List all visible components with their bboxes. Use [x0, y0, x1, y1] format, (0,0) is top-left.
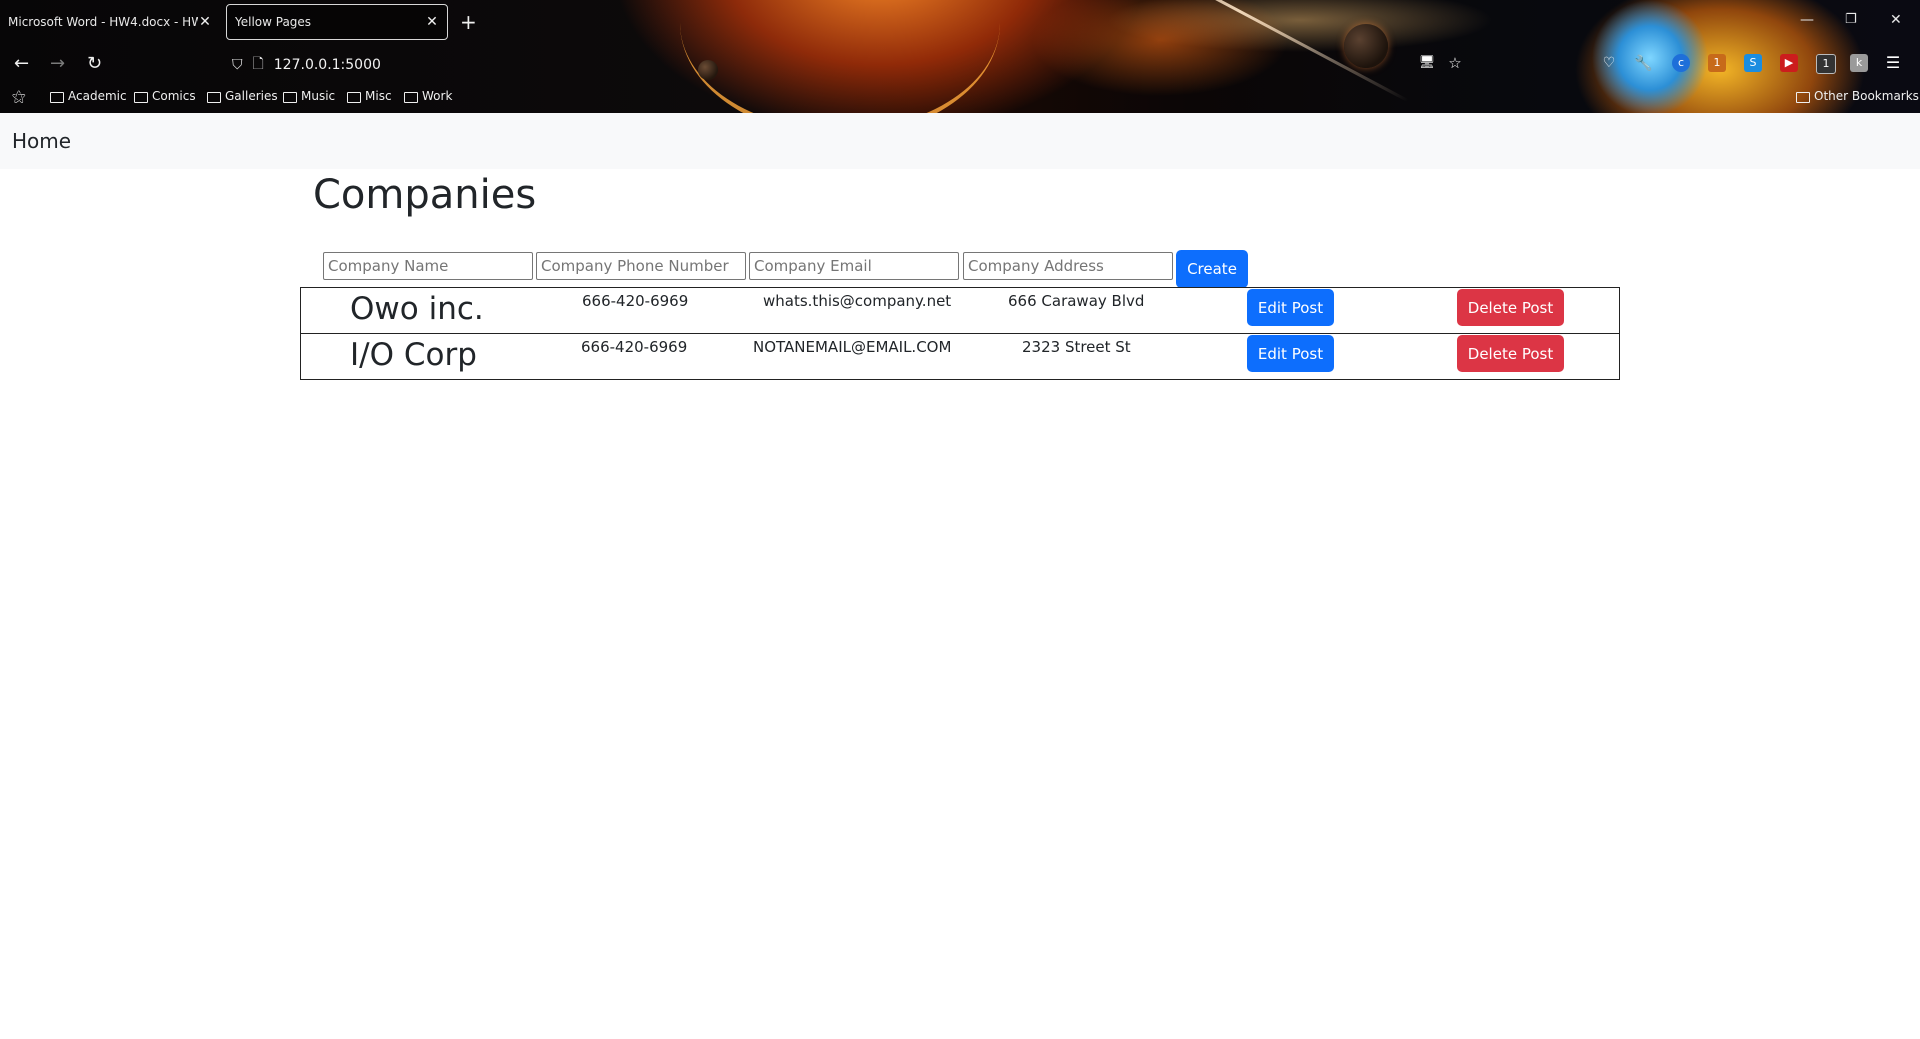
page-icon[interactable]: 🗋 [253, 53, 264, 77]
folder-icon [1796, 91, 1810, 103]
company-address: 2323 Street St [1022, 338, 1131, 356]
bookmarks-toolbar: ⚝ Academic Comics Galleries Music Misc W… [0, 88, 1920, 108]
tab-label: Microsoft Word - HW4.docx - HW4 [8, 15, 198, 29]
skype-icon[interactable]: S [1744, 54, 1762, 72]
extension-red-icon[interactable]: ▶ [1780, 54, 1798, 72]
folder-icon [347, 91, 361, 103]
shield-icon[interactable]: ⛉ [232, 57, 243, 73]
theme-moon [1344, 24, 1388, 68]
tab-label: Yellow Pages [235, 15, 312, 29]
close-window-icon[interactable]: ✕ [1890, 12, 1902, 28]
company-email: NOTANEMAIL@EMAIL.COM [753, 338, 952, 356]
site-navbar: Home [0, 113, 1920, 169]
edit-post-button[interactable]: Edit Post [1247, 289, 1334, 326]
companies-table: Owo inc. 666-420-6969 whats.this@company… [300, 287, 1620, 380]
tab-yellow-pages[interactable]: Yellow Pages ✕ [226, 4, 448, 40]
minimize-window-icon[interactable]: — [1800, 12, 1814, 28]
new-tab-plus-icon[interactable]: + [460, 10, 477, 34]
bookmark-folder-academic[interactable]: Academic [50, 89, 127, 103]
close-tab-icon[interactable]: ✕ [198, 14, 212, 30]
bookmark-folder-other[interactable]: Other Bookmarks [1796, 89, 1919, 103]
bookmark-label: Galleries [225, 89, 278, 103]
folder-icon [404, 91, 418, 103]
extension-badge: 1 [1822, 57, 1830, 70]
company-address: 666 Caraway Blvd [1008, 292, 1145, 310]
url-bar[interactable]: ⛉ 🗋 127.0.0.1:5000 [232, 52, 381, 78]
company-email: whats.this@company.net [763, 292, 952, 310]
bookmark-folder-work[interactable]: Work [404, 89, 452, 103]
page-title: Companies [313, 172, 537, 218]
extension-c-icon[interactable]: c [1672, 54, 1690, 72]
bookmark-folder-galleries[interactable]: Galleries [207, 89, 278, 103]
back-arrow-icon[interactable]: ← [14, 53, 29, 74]
company-name-input[interactable] [323, 252, 533, 280]
company-phone: 666-420-6969 [582, 292, 689, 310]
company-name: Owo inc. [350, 291, 484, 327]
delete-post-button[interactable]: Delete Post [1457, 289, 1564, 326]
edit-post-button[interactable]: Edit Post [1247, 335, 1334, 372]
folder-icon [134, 91, 148, 103]
folder-icon [50, 91, 64, 103]
company-phone: 666-420-6969 [581, 338, 688, 356]
menu-hamburger-icon[interactable]: ☰ [1884, 54, 1902, 72]
url-text[interactable]: 127.0.0.1:5000 [274, 57, 381, 73]
bookmark-label: Academic [68, 89, 127, 103]
bookmark-label: Comics [152, 89, 196, 103]
restore-window-icon[interactable]: ❐ [1845, 12, 1857, 27]
forward-arrow-icon[interactable]: → [50, 53, 65, 74]
company-name: I/O Corp [350, 337, 477, 373]
browser-chrome: Microsoft Word - HW4.docx - HW4 ✕ Yellow… [0, 0, 1920, 113]
delete-post-button[interactable]: Delete Post [1457, 335, 1564, 372]
folder-icon [283, 91, 297, 103]
bookmark-label: Music [301, 89, 336, 103]
bookmark-star-icon[interactable]: ☆ [1446, 54, 1464, 72]
bookmark-folder-misc[interactable]: Misc [347, 89, 392, 103]
bookmark-label: Misc [365, 89, 392, 103]
folder-icon [207, 91, 221, 103]
company-phone-input[interactable] [536, 252, 746, 280]
bookmark-folder-comics[interactable]: Comics [134, 89, 196, 103]
theme-small-moon [698, 60, 718, 80]
extension-gray-icon[interactable]: k [1850, 54, 1868, 72]
reload-icon[interactable]: ↻ [87, 53, 102, 74]
bookmark-folder-music[interactable]: Music [283, 89, 335, 103]
table-row: I/O Corp 666-420-6969 NOTANEMAIL@EMAIL.C… [300, 333, 1620, 380]
company-address-input[interactable] [963, 252, 1173, 280]
wrench-icon[interactable]: 🔧 [1634, 54, 1653, 72]
close-tab-icon[interactable]: ✕ [425, 14, 439, 30]
create-button[interactable]: Create [1176, 250, 1248, 288]
bookmarks-menu-icon[interactable]: ⚝ [12, 89, 26, 105]
screen-icon[interactable]: 🖥 [1418, 54, 1436, 72]
extension-orange-icon[interactable]: 1 [1708, 54, 1726, 72]
tab-word-document[interactable]: Microsoft Word - HW4.docx - HW4 ✕ [0, 4, 220, 40]
company-email-input[interactable] [749, 252, 959, 280]
table-row: Owo inc. 666-420-6969 whats.this@company… [300, 287, 1620, 334]
bookmark-label: Work [422, 89, 453, 103]
extension-notify-icon[interactable]: 1 [1816, 54, 1836, 74]
pocket-icon[interactable]: ♡ [1600, 54, 1618, 72]
bookmark-label: Other Bookmarks [1814, 89, 1919, 103]
extension-badge: 1 [1713, 56, 1721, 69]
home-link[interactable]: Home [12, 129, 71, 153]
